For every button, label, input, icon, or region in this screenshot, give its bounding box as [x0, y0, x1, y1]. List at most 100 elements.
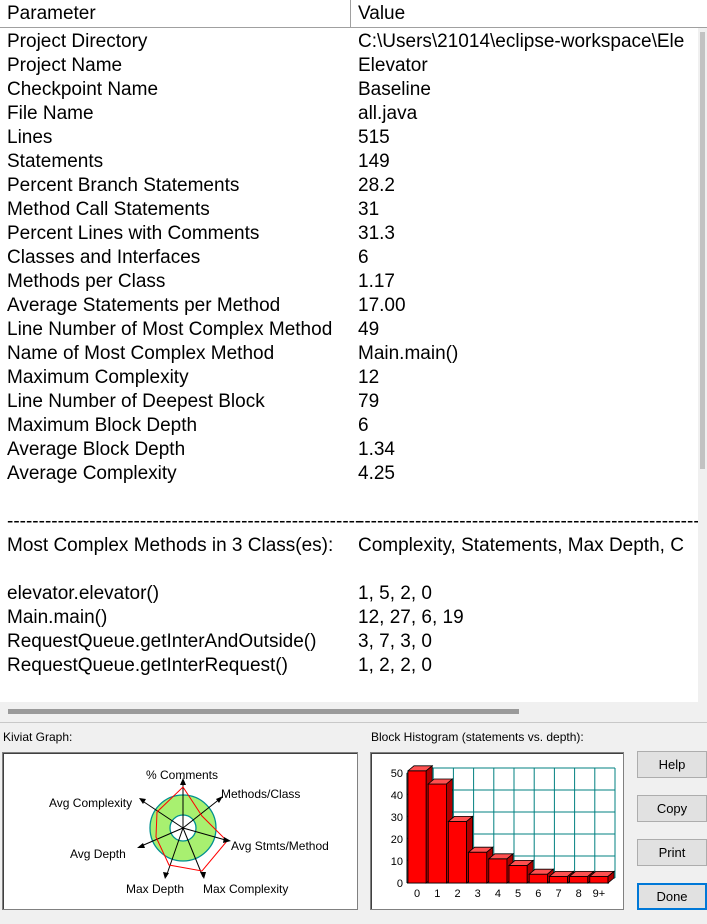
parameter-cell: Classes and Interfaces	[7, 247, 201, 268]
x-tick-label: 5	[515, 888, 521, 900]
parameter-column-header[interactable]: Parameter	[0, 0, 351, 27]
parameter-cell: Maximum Block Depth	[7, 415, 198, 436]
histogram-bar	[488, 858, 508, 884]
y-tick-label: 30	[391, 812, 403, 824]
value-cell: Complexity, Statements, Max Depth, C	[358, 535, 684, 556]
table-row[interactable]: Method Call Statements 31	[0, 198, 707, 222]
value-cell: 4.25	[358, 463, 395, 484]
y-tick-label: 0	[397, 878, 403, 890]
table-row[interactable]: RequestQueue.getInterRequest() 1, 2, 2, 0	[0, 654, 707, 678]
value-cell: 12, 27, 6, 19	[358, 607, 464, 628]
table-row[interactable]: Line Number of Deepest Block 79	[0, 390, 707, 414]
table-row[interactable]: Average Statements per Method 17.00	[0, 294, 707, 318]
table-row[interactable]	[0, 558, 707, 582]
block-histogram-panel: 0 10 20 30 40 50 0 1 2 3 4 5 6 7 8 9+	[370, 752, 624, 910]
value-column-header[interactable]: Value	[351, 0, 707, 27]
parameter-cell: elevator.elevator()	[7, 583, 160, 604]
table-row[interactable]: Project Directory C:\Users\21014\eclipse-…	[0, 30, 707, 54]
horizontal-scroll-thumb[interactable]	[8, 709, 519, 714]
table-row[interactable]: ----------------------------------------…	[0, 510, 707, 534]
metrics-table: Parameter Value Project Directory C:\User…	[0, 0, 707, 723]
block-histogram-chart: 0 10 20 30 40 50 0 1 2 3 4 5 6 7 8 9+	[391, 764, 616, 900]
vertical-scrollbar[interactable]	[698, 28, 707, 722]
x-tick-label: 3	[475, 888, 481, 900]
x-tick-label: 4	[495, 888, 501, 900]
table-row[interactable]: Lines 515	[0, 126, 707, 150]
histogram-bar	[427, 783, 447, 884]
kiviat-graph-label: Kiviat Graph:	[3, 730, 73, 744]
parameter-cell: Main.main()	[7, 607, 108, 628]
table-row[interactable]: Checkpoint Name Baseline	[0, 78, 707, 102]
value-cell: 6	[358, 415, 369, 436]
y-tick-label: 40	[391, 790, 403, 802]
block-histogram-label: Block Histogram (statements vs. depth):	[371, 730, 584, 744]
table-row[interactable]: Most Complex Methods in 3 Class(es): Comp…	[0, 534, 707, 558]
x-tick-label: 8	[576, 888, 582, 900]
value-cell: 31.3	[358, 223, 395, 244]
value-cell: 49	[358, 319, 380, 340]
parameter-cell: Maximum Complexity	[7, 367, 189, 388]
parameter-cell: Project Name	[7, 55, 123, 76]
parameter-cell: Method Call Statements	[7, 199, 210, 220]
parameter-cell: ----------------------------------------…	[7, 511, 362, 532]
print-button[interactable]: Print	[637, 839, 707, 866]
vertical-scroll-thumb[interactable]	[700, 32, 705, 469]
table-row[interactable]: Methods per Class 1.17	[0, 270, 707, 294]
table-row[interactable]: Maximum Complexity 12	[0, 366, 707, 390]
parameter-cell: Line Number of Deepest Block	[7, 391, 265, 412]
table-row[interactable]: Percent Lines with Comments 31.3	[0, 222, 707, 246]
table-row[interactable]: Project Name Elevator	[0, 54, 707, 78]
parameter-cell: Name of Most Complex Method	[7, 343, 275, 364]
parameter-cell: Project Directory	[7, 31, 148, 52]
histogram-bar	[448, 821, 468, 884]
table-row[interactable]: Classes and Interfaces 6	[0, 246, 707, 270]
kiviat-axis-comments: % Comments	[146, 768, 218, 782]
x-tick-label: 2	[454, 888, 460, 900]
parameter-cell: RequestQueue.getInterAndOutside()	[7, 631, 317, 652]
parameter-cell: Statements	[7, 151, 104, 172]
value-cell: Elevator	[358, 55, 428, 76]
table-row[interactable]: RequestQueue.getInterAndOutside() 3, 7, 3…	[0, 630, 707, 654]
value-cell: ----------------------------------------…	[358, 511, 700, 532]
value-cell: 1.34	[358, 439, 395, 460]
help-button[interactable]: Help	[637, 751, 707, 778]
histogram-bar	[589, 876, 609, 884]
table-row[interactable]: elevator.elevator() 1, 5, 2, 0	[0, 582, 707, 606]
table-row[interactable]: Statements 149	[0, 150, 707, 174]
histogram-bar	[548, 876, 568, 884]
parameter-cell: RequestQueue.getInterRequest()	[7, 655, 288, 676]
kiviat-graph: % Comments Methods/Class Avg Stmts/Metho…	[49, 768, 329, 896]
parameter-cell: Methods per Class	[7, 271, 166, 292]
kiviat-graph-panel: % Comments Methods/Class Avg Stmts/Metho…	[2, 752, 358, 910]
table-row[interactable]: Main.main() 12, 27, 6, 19	[0, 606, 707, 630]
histogram-bar	[468, 851, 488, 884]
value-cell: 1, 2, 2, 0	[358, 655, 432, 676]
histogram-bar	[528, 873, 548, 884]
table-row[interactable]: Line Number of Most Complex Method 49	[0, 318, 707, 342]
value-cell: 1, 5, 2, 0	[358, 583, 432, 604]
x-tick-label: 1	[434, 888, 440, 900]
kiviat-axis-avg-stmts: Avg Stmts/Method	[231, 839, 329, 853]
table-row[interactable]: Name of Most Complex Method Main.main()	[0, 342, 707, 366]
value-cell: 515	[358, 127, 390, 148]
value-cell: C:\Users\21014\eclipse-workspace\Ele	[358, 31, 685, 52]
table-row[interactable]	[0, 486, 707, 510]
done-button[interactable]: Done	[637, 883, 707, 910]
kiviat-axis-methods-class: Methods/Class	[221, 787, 300, 801]
histogram-bar	[508, 865, 528, 884]
horizontal-scrollbar[interactable]	[0, 702, 698, 722]
table-row[interactable]: Average Complexity 4.25	[0, 462, 707, 486]
parameter-cell: Line Number of Most Complex Method	[7, 319, 333, 340]
table-row[interactable]: File Name all.java	[0, 102, 707, 126]
parameter-cell: Most Complex Methods in 3 Class(es):	[7, 535, 334, 556]
histogram-bar	[569, 876, 589, 884]
table-row[interactable]: Maximum Block Depth 6	[0, 414, 707, 438]
value-cell: 1.17	[358, 271, 395, 292]
value-cell: Baseline	[358, 79, 431, 100]
table-row[interactable]: Percent Branch Statements 28.2	[0, 174, 707, 198]
table-row[interactable]: Average Block Depth 1.34	[0, 438, 707, 462]
value-cell: 6	[358, 247, 369, 268]
parameter-cell: Average Block Depth	[7, 439, 186, 460]
copy-button[interactable]: Copy	[637, 795, 707, 822]
parameter-cell: Average Complexity	[7, 463, 177, 484]
